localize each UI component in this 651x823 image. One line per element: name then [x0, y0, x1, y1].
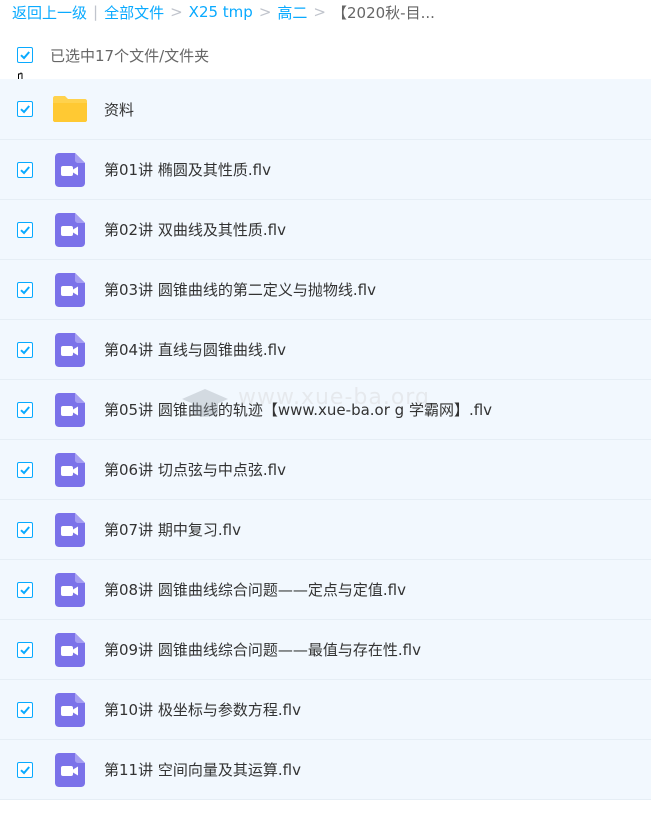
check-icon: [20, 465, 30, 474]
video-icon-wrap: [52, 632, 88, 667]
item-checkbox[interactable]: [17, 161, 33, 178]
item-checkbox[interactable]: [17, 401, 33, 418]
video-file-icon: [55, 392, 85, 427]
video-file-icon: [55, 212, 85, 247]
chevron-right-icon: >: [313, 3, 326, 21]
video-file-icon: [55, 512, 85, 547]
list-item[interactable]: 第06讲 切点弦与中点弦.flv: [0, 440, 651, 500]
list-item[interactable]: 第04讲 直线与圆锥曲线.flv: [0, 320, 651, 380]
list-item[interactable]: 第11讲 空间向量及其运算.flv: [0, 740, 651, 800]
check-icon: [20, 51, 30, 60]
item-checkbox[interactable]: [17, 461, 33, 478]
video-icon-wrap: [52, 272, 88, 307]
chevron-right-icon: >: [170, 3, 183, 21]
check-icon: [20, 165, 30, 174]
separator: |: [93, 3, 99, 21]
breadcrumb-folder-x25[interactable]: X25 tmp: [189, 3, 253, 21]
video-icon-wrap: [52, 512, 88, 547]
list-item[interactable]: 第10讲 极坐标与参数方程.flv: [0, 680, 651, 740]
list-item[interactable]: 第05讲 圆锥曲线的轨迹【www.xue-ba.or g 学霸网】.flv: [0, 380, 651, 440]
video-icon-wrap: [52, 212, 88, 247]
list-item[interactable]: 第08讲 圆锥曲线综合问题——定点与定值.flv: [0, 560, 651, 620]
list-item[interactable]: 第03讲 圆锥曲线的第二定义与抛物线.flv: [0, 260, 651, 320]
chevron-right-icon: >: [258, 3, 272, 21]
video-file-icon: [55, 272, 85, 307]
folder-icon: [53, 96, 87, 122]
item-checkbox[interactable]: [17, 761, 33, 778]
item-name[interactable]: 第09讲 圆锥曲线综合问题——最值与存在性.flv: [104, 639, 421, 660]
check-icon: [20, 345, 30, 354]
check-icon: [20, 525, 30, 534]
video-icon-wrap: [52, 572, 88, 607]
item-name[interactable]: 第10讲 极坐标与参数方程.flv: [104, 699, 301, 720]
select-all-checkbox[interactable]: [17, 47, 33, 63]
item-checkbox[interactable]: [17, 221, 33, 238]
check-icon: [20, 705, 30, 714]
check-icon: [20, 585, 30, 594]
list-item[interactable]: 第07讲 期中复习.flv: [0, 500, 651, 560]
video-file-icon: [55, 632, 85, 667]
breadcrumb-current: 【2020秋-目...: [332, 3, 435, 22]
check-icon: [20, 225, 30, 234]
video-file-icon: [55, 332, 85, 367]
item-checkbox[interactable]: [17, 281, 33, 298]
item-checkbox[interactable]: [17, 581, 33, 598]
video-icon-wrap: [52, 392, 88, 427]
item-name[interactable]: 第01讲 椭圆及其性质.flv: [104, 159, 271, 180]
video-file-icon: [55, 692, 85, 727]
video-file-icon: [55, 752, 85, 787]
item-name[interactable]: 第03讲 圆锥曲线的第二定义与抛物线.flv: [104, 279, 376, 300]
video-icon-wrap: [52, 152, 88, 187]
item-name[interactable]: 第08讲 圆锥曲线综合问题——定点与定值.flv: [104, 579, 406, 600]
item-name[interactable]: 第04讲 直线与圆锥曲线.flv: [104, 339, 286, 360]
select-all-bar: 已选中17个文件/文件夹: [0, 40, 651, 70]
item-name[interactable]: 第07讲 期中复习.flv: [104, 519, 241, 540]
item-checkbox[interactable]: [17, 101, 33, 117]
item-name[interactable]: 资料: [104, 99, 134, 120]
item-checkbox[interactable]: [17, 521, 33, 538]
video-file-icon: [55, 152, 85, 187]
item-name[interactable]: 第06讲 切点弦与中点弦.flv: [104, 459, 286, 480]
video-icon-wrap: [52, 752, 88, 787]
all-files-link[interactable]: 全部文件: [104, 2, 164, 23]
check-icon: [20, 765, 30, 774]
item-name[interactable]: 第05讲 圆锥曲线的轨迹【www.xue-ba.or g 学霸网】.flv: [104, 399, 492, 420]
video-file-icon: [55, 452, 85, 487]
video-icon-wrap: [52, 692, 88, 727]
list-item[interactable]: 第09讲 圆锥曲线综合问题——最值与存在性.flv: [0, 620, 651, 680]
check-icon: [20, 405, 30, 414]
check-icon: [20, 105, 30, 114]
video-file-icon: [55, 572, 85, 607]
list-item[interactable]: 第01讲 椭圆及其性质.flv: [0, 140, 651, 200]
folder-icon-wrap: [52, 92, 88, 126]
check-icon: [20, 285, 30, 294]
check-icon: [20, 645, 30, 654]
video-icon-wrap: [52, 332, 88, 367]
breadcrumb: 返回上一级 | 全部文件 > X25 tmp > 高二 > 【2020秋-目..…: [12, 0, 435, 24]
item-name[interactable]: 第02讲 双曲线及其性质.flv: [104, 219, 286, 240]
back-link[interactable]: 返回上一级: [12, 2, 87, 23]
list-item[interactable]: 资料: [0, 79, 651, 140]
item-checkbox[interactable]: [17, 701, 33, 718]
item-name[interactable]: 第11讲 空间向量及其运算.flv: [104, 759, 301, 780]
breadcrumb-folder-gaoer[interactable]: 高二: [277, 2, 307, 23]
item-checkbox[interactable]: [17, 341, 33, 358]
item-checkbox[interactable]: [17, 641, 33, 658]
file-list: 资料第01讲 椭圆及其性质.flv 第02讲 双曲线及其性质.flv 第03讲 圆锥…: [0, 79, 651, 800]
selection-count: 已选中17个文件/文件夹: [50, 46, 210, 65]
list-item[interactable]: 第02讲 双曲线及其性质.flv: [0, 200, 651, 260]
video-icon-wrap: [52, 452, 88, 487]
